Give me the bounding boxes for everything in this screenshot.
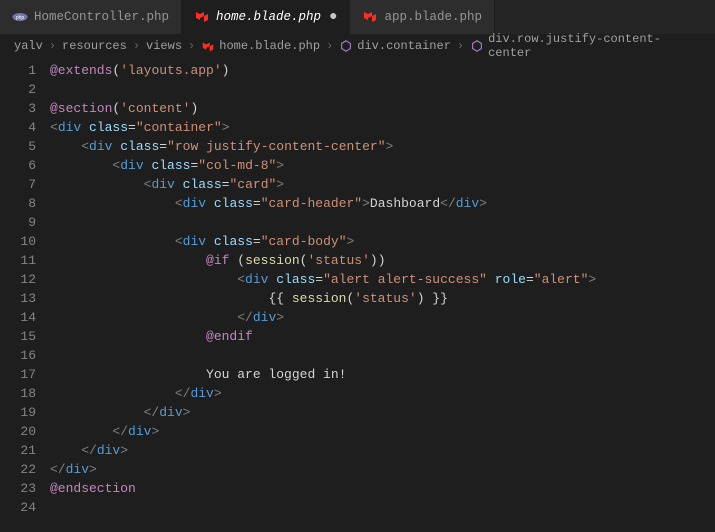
breadcrumb-div-row-justify-content-center[interactable]: div.row.justify-content-center xyxy=(470,32,701,60)
code-line[interactable] xyxy=(50,213,715,232)
breadcrumb-home-blade-php[interactable]: home.blade.php xyxy=(201,39,320,53)
line-number: 7 xyxy=(0,175,36,194)
line-number: 24 xyxy=(0,498,36,517)
line-number: 20 xyxy=(0,422,36,441)
code-line[interactable]: </div> xyxy=(50,384,715,403)
breadcrumb-label: views xyxy=(146,39,182,53)
svg-text:php: php xyxy=(16,15,25,21)
tab-label: home.blade.php xyxy=(216,10,321,24)
code-line[interactable]: <div class="alert alert-success" role="a… xyxy=(50,270,715,289)
line-number: 2 xyxy=(0,80,36,99)
chevron-right-icon: › xyxy=(186,39,197,53)
code-line[interactable]: <div class="col-md-8"> xyxy=(50,156,715,175)
code-line[interactable] xyxy=(50,498,715,517)
breadcrumbs: yalv › resources › views › home.blade.php › div.… xyxy=(0,35,715,57)
line-number: 17 xyxy=(0,365,36,384)
code-line[interactable]: </div> xyxy=(50,403,715,422)
code-line[interactable]: <div class="card"> xyxy=(50,175,715,194)
laravel-icon xyxy=(194,9,210,25)
breadcrumb-label: home.blade.php xyxy=(219,39,320,53)
line-number: 23 xyxy=(0,479,36,498)
line-number: 6 xyxy=(0,156,36,175)
code-line[interactable]: <div class="container"> xyxy=(50,118,715,137)
breadcrumb-label: resources xyxy=(62,39,127,53)
code-line[interactable]: </div> xyxy=(50,308,715,327)
line-number: 8 xyxy=(0,194,36,213)
line-number: 18 xyxy=(0,384,36,403)
breadcrumb-label: div.row.justify-content-center xyxy=(488,32,701,60)
php-icon: php xyxy=(12,9,28,25)
chevron-right-icon: › xyxy=(455,39,466,53)
tab-label: HomeController.php xyxy=(34,10,169,24)
tabs-bar: php HomeController.php home.blade.php ● app.… xyxy=(0,0,715,35)
line-number: 13 xyxy=(0,289,36,308)
code-line[interactable]: </div> xyxy=(50,422,715,441)
line-number: 15 xyxy=(0,327,36,346)
code-line[interactable]: <div class="card-header">Dashboard</div> xyxy=(50,194,715,213)
chevron-right-icon: › xyxy=(324,39,335,53)
line-number-gutter: 123456789101112131415161718192021222324 xyxy=(0,57,50,532)
code-line[interactable] xyxy=(50,346,715,365)
line-number: 11 xyxy=(0,251,36,270)
line-number: 19 xyxy=(0,403,36,422)
line-number: 4 xyxy=(0,118,36,137)
code-line[interactable]: </div> xyxy=(50,460,715,479)
line-number: 22 xyxy=(0,460,36,479)
line-number: 5 xyxy=(0,137,36,156)
line-number: 12 xyxy=(0,270,36,289)
code-line[interactable]: <div class="card-body"> xyxy=(50,232,715,251)
breadcrumb-views[interactable]: views xyxy=(146,39,182,53)
code-line[interactable]: @endif xyxy=(50,327,715,346)
line-number: 1 xyxy=(0,61,36,80)
tab-label: app.blade.php xyxy=(384,10,482,24)
tab-app-blade-php[interactable]: app.blade.php xyxy=(350,0,495,34)
line-number: 16 xyxy=(0,346,36,365)
line-number: 10 xyxy=(0,232,36,251)
code-line[interactable]: @section('content') xyxy=(50,99,715,118)
symbol-icon xyxy=(339,39,353,53)
code-line[interactable]: @extends('layouts.app') xyxy=(50,61,715,80)
code-line[interactable] xyxy=(50,80,715,99)
breadcrumb-yalv[interactable]: yalv xyxy=(14,39,43,53)
breadcrumb-label: yalv xyxy=(14,39,43,53)
code-line[interactable]: <div class="row justify-content-center"> xyxy=(50,137,715,156)
line-number: 9 xyxy=(0,213,36,232)
chevron-right-icon: › xyxy=(47,39,58,53)
code-line[interactable]: @endsection xyxy=(50,479,715,498)
line-number: 3 xyxy=(0,99,36,118)
breadcrumb-resources[interactable]: resources xyxy=(62,39,127,53)
symbol-icon xyxy=(470,39,484,53)
code-line[interactable]: {{ session('status') }} xyxy=(50,289,715,308)
laravel-icon xyxy=(201,39,215,53)
code-content[interactable]: @extends('layouts.app') @section('conten… xyxy=(50,57,715,532)
chevron-right-icon: › xyxy=(131,39,142,53)
breadcrumb-label: div.container xyxy=(357,39,451,53)
tab-HomeController-php[interactable]: php HomeController.php xyxy=(0,0,182,34)
tab-home-blade-php[interactable]: home.blade.php ● xyxy=(182,0,350,34)
code-line[interactable]: You are logged in! xyxy=(50,365,715,384)
modified-dot-icon: ● xyxy=(329,9,337,25)
code-editor[interactable]: 123456789101112131415161718192021222324 … xyxy=(0,57,715,532)
code-line[interactable]: </div> xyxy=(50,441,715,460)
line-number: 21 xyxy=(0,441,36,460)
code-line[interactable]: @if (session('status')) xyxy=(50,251,715,270)
breadcrumb-div-container[interactable]: div.container xyxy=(339,39,451,53)
line-number: 14 xyxy=(0,308,36,327)
laravel-icon xyxy=(362,9,378,25)
